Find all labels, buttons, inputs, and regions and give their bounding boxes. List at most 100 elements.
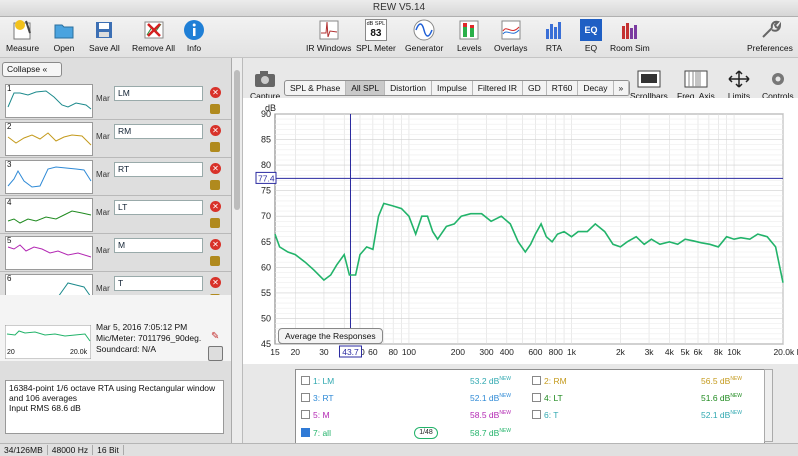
measurement-row[interactable]: 3 Mar RT ✕ <box>0 158 231 196</box>
info-button[interactable]: Info <box>183 19 205 53</box>
measurement-name-field[interactable]: RM <box>114 124 203 139</box>
ir-windows-button[interactable]: IR Windows <box>306 19 351 53</box>
legend-item[interactable]: 2: RM <box>532 376 567 386</box>
y-tick-label: 70 <box>261 211 271 221</box>
selected-measurement[interactable]: 7 20 20.0k Mar 5, 2016 7:05:12 PM Mic/Me… <box>0 295 231 361</box>
delete-icon[interactable]: ✕ <box>210 87 221 98</box>
measurement-row[interactable]: 4 Mar LT ✕ <box>0 196 231 234</box>
tab-filtered-ir[interactable]: Filtered IR <box>473 81 524 95</box>
delete-icon[interactable]: ✕ <box>210 201 221 212</box>
room-sim-button[interactable]: Room Sim <box>610 19 650 53</box>
x-tick-label: 8k <box>714 347 724 357</box>
smoothing-badge[interactable]: 1/48 <box>414 427 438 439</box>
lock-icon[interactable] <box>210 142 220 152</box>
remove-all-button[interactable]: Remove All <box>132 19 175 53</box>
legend-checkbox[interactable] <box>301 393 310 402</box>
legend-value-text: 58.7 dB <box>470 428 500 438</box>
pencil-icon[interactable]: ✎ <box>211 332 221 342</box>
legend-checkbox[interactable] <box>532 393 541 402</box>
eq-button[interactable]: EQ EQ <box>580 19 602 53</box>
scrollbars-button[interactable]: Scrollbars <box>630 70 668 101</box>
legend-value-text: 52.1 dB <box>470 393 500 403</box>
freq-axis-button[interactable]: Freq. Axis <box>677 70 715 101</box>
legend-checkbox[interactable] <box>301 428 310 437</box>
measurement-name-field[interactable]: RT <box>114 162 203 177</box>
measurement-name-field[interactable]: M <box>114 238 203 253</box>
legend-item[interactable]: 7: all <box>301 428 331 438</box>
legend-checkbox[interactable] <box>532 376 541 385</box>
measurement-row[interactable]: 1 Mar LM ✕ <box>0 82 231 120</box>
measurement-row[interactable]: 2 Mar RM ✕ <box>0 120 231 158</box>
y-tick-label: 55 <box>261 288 271 298</box>
collapse-button[interactable]: Collapse « <box>2 62 62 77</box>
delete-icon[interactable]: ✕ <box>210 239 221 250</box>
lock-icon[interactable] <box>210 218 220 228</box>
rta-button[interactable]: RTA <box>543 19 565 53</box>
selected-date: Mar 5, 2016 7:05:12 PM <box>96 322 188 332</box>
tab-distortion[interactable]: Distortion <box>385 81 433 95</box>
measurement-name-field[interactable]: LM <box>114 86 203 101</box>
tab-more-button[interactable]: » <box>614 81 630 95</box>
spl-graph[interactable]: 90858075706560555045dB152030405060801002… <box>243 98 798 364</box>
lock-icon[interactable] <box>210 104 220 114</box>
legend-label: 4: LT <box>544 393 563 403</box>
legend-label: 1: LM <box>313 376 335 386</box>
controls-button[interactable]: Controls <box>762 70 794 101</box>
open-button[interactable]: Open <box>53 19 75 53</box>
tab-rt60[interactable]: RT60 <box>547 81 579 95</box>
panel-scrollbar-thumb[interactable] <box>234 70 240 210</box>
preferences-button[interactable]: Preferences <box>747 19 793 53</box>
lock-icon[interactable] <box>210 256 220 266</box>
info-line-1: 16384-point 1/6 octave RTA using Rectang… <box>9 383 216 393</box>
y-tick-label: 65 <box>261 237 271 247</box>
overlays-button[interactable]: Overlays <box>494 19 528 53</box>
legend-scrollbar[interactable] <box>764 369 773 442</box>
legend-item[interactable]: 5: M <box>301 410 330 420</box>
eq-icon: EQ <box>580 19 602 41</box>
delete-icon[interactable]: ✕ <box>210 277 221 288</box>
legend-checkbox[interactable] <box>532 410 541 419</box>
measurement-name-field[interactable]: LT <box>114 200 203 215</box>
tab-spl-phase[interactable]: SPL & Phase <box>285 81 347 95</box>
legend-item[interactable]: 4: LT <box>532 393 563 403</box>
delete-icon[interactable]: ✕ <box>210 163 221 174</box>
remove-all-label: Remove All <box>132 43 175 53</box>
measurement-number: 5 <box>7 236 12 245</box>
capture-button[interactable]: Capture <box>250 70 280 101</box>
spl-meter-button[interactable]: dB SPL 83 SPL Meter <box>356 19 396 53</box>
legend-checkbox[interactable] <box>301 410 310 419</box>
legend-item[interactable]: 6: T <box>532 410 559 420</box>
measurement-row[interactable]: 5 Mar M ✕ <box>0 234 231 272</box>
x-tick-label: 6k <box>694 347 704 357</box>
tab-decay[interactable]: Decay <box>578 81 614 95</box>
measurement-name-field[interactable]: T <box>114 276 203 291</box>
tab-impulse[interactable]: Impulse <box>432 81 473 95</box>
generator-button[interactable]: Generator <box>405 19 443 53</box>
x-tick-label: 600 <box>528 347 542 357</box>
average-responses-button[interactable]: Average the Responses <box>278 328 383 344</box>
tab-all-spl[interactable]: All SPL <box>346 81 386 95</box>
delete-icon[interactable]: ✕ <box>210 125 221 136</box>
legend-item[interactable]: 1: LM <box>301 376 334 386</box>
lock-icon[interactable] <box>210 180 220 190</box>
legend-checkbox[interactable] <box>301 376 310 385</box>
save-all-button[interactable]: Save All <box>89 19 120 53</box>
legend-value-text: 52.1 dB <box>701 410 731 420</box>
measurement-number: 2 <box>7 122 12 131</box>
notes-icon[interactable] <box>208 346 223 361</box>
legend-value: 53.2 dBNEW <box>470 376 511 386</box>
legend-value-tag: NEW <box>499 393 511 400</box>
x-tick-label: 200 <box>451 347 465 357</box>
measure-button[interactable]: Measure <box>6 19 39 53</box>
legend-item[interactable]: 3: RT <box>301 393 334 403</box>
wrench-icon <box>762 20 781 38</box>
measure-label: Measure <box>6 43 40 53</box>
generator-label: Generator <box>405 43 444 53</box>
tab-gd[interactable]: GD <box>523 81 547 95</box>
measurement-number: 6 <box>7 274 12 283</box>
legend-label: 7: all <box>313 428 331 438</box>
generator-icon <box>413 19 435 41</box>
levels-button[interactable]: Levels <box>457 19 482 53</box>
x-tick-label: 15 <box>270 347 280 357</box>
limits-button[interactable]: Limits <box>727 70 751 101</box>
